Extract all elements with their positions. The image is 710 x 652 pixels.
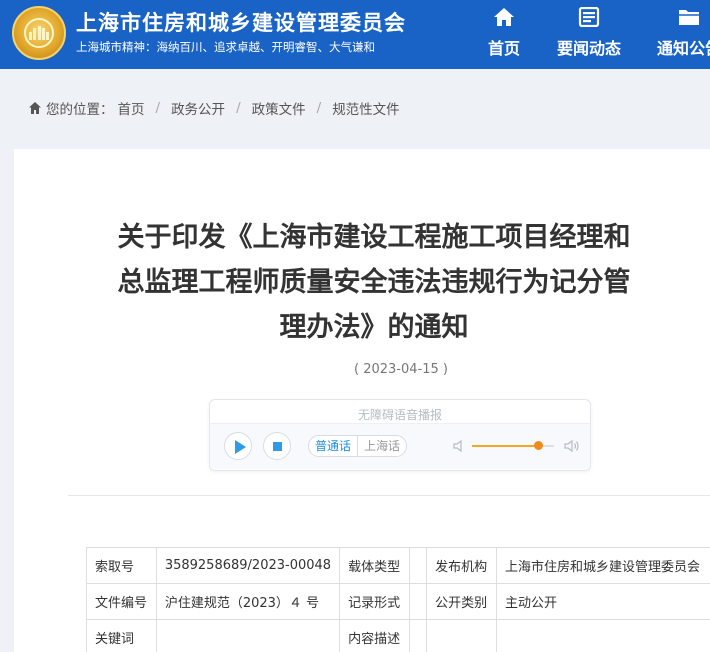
table-value-cell [408, 547, 428, 584]
table-label-cell: 关键词 [86, 619, 157, 652]
divider [68, 495, 710, 496]
language-switch: 普通话 上海话 [308, 435, 408, 457]
table-value-cell: 主动公开 [495, 583, 710, 620]
table-value-cell: 3589258689/2023-00048 [155, 547, 341, 584]
table-row: 关键词 内容描述 [86, 619, 710, 652]
table-value-cell: 沪住建规范（2023）４ 号 [155, 583, 341, 620]
breadcrumb-separator: / [236, 100, 241, 116]
breadcrumb-link-normative-docs[interactable]: 规范性文件 [332, 98, 400, 118]
content-card: 关于印发《上海市建设工程施工项目经理和总监理工程师质量安全违法违规行为记分管理办… [14, 149, 710, 652]
table-label-cell: 记录形式 [339, 583, 410, 620]
language-option-mandarin[interactable]: 普通话 [309, 436, 357, 456]
breadcrumb-separator: / [316, 100, 322, 116]
player-controls: 普通话 上海话 [210, 423, 590, 469]
table-label-cell: 公开类别 [426, 583, 497, 620]
nav-label: 要闻动态 [556, 39, 621, 58]
breadcrumb-link-home[interactable]: 首页 [118, 98, 145, 118]
home-icon [29, 102, 41, 114]
table-row: 索取号 3589258689/2023-00048 载体类型 发布机构 上海市住房和城乡… [86, 547, 710, 584]
site-motto: 上海城市精神：海纳百川、追求卓越、开明睿智、大气谦和 [76, 40, 375, 54]
table-value-cell [495, 619, 710, 652]
nav-item-home[interactable]: 首页 [482, 0, 526, 69]
nav-item-notices[interactable]: 通知公告 [654, 0, 710, 69]
volume-slider[interactable] [472, 441, 554, 450]
article-title: 关于印发《上海市建设工程施工项目经理和总监理工程师质量安全违法违规行为记分管理办… [117, 222, 631, 343]
table-value-cell [155, 619, 341, 652]
breadcrumb-link-policy-docs[interactable]: 政策文件 [252, 98, 306, 118]
table-value-cell [408, 619, 428, 652]
volume-high-icon[interactable] [564, 439, 580, 453]
news-icon [578, 7, 600, 27]
emblem-icon[interactable] [12, 6, 66, 60]
breadcrumb-separator: / [155, 100, 161, 116]
volume-slider-fill [472, 445, 538, 447]
player-title: 无障碍语音播报 [357, 408, 442, 422]
table-label-cell: 发布机构 [426, 547, 497, 584]
stop-button[interactable] [263, 432, 291, 460]
breadcrumb: 您的位置： 首页 / 政务公开 / 政策文件 / 规范性文件 [28, 98, 400, 118]
table-label-cell: 载体类型 [339, 547, 410, 584]
site-title[interactable]: 上海市住房和城乡建设管理委员会 [76, 7, 406, 37]
table-label-cell [426, 619, 497, 652]
play-button[interactable] [224, 432, 252, 460]
nav-item-news[interactable]: 要闻动态 [554, 0, 624, 69]
home-icon [494, 8, 514, 26]
table-label-cell: 内容描述 [339, 619, 410, 652]
folder-icon [679, 10, 699, 25]
table-row: 文件编号 沪住建规范（2023）４ 号记录形式 公开类别 主动公开 [86, 583, 710, 620]
document-info-table: 索取号 3589258689/2023-00048 载体类型 发布机构 上海市住房和城乡… [86, 547, 710, 652]
breadcrumb-link-public-affairs[interactable]: 政务公开 [171, 98, 225, 118]
site-header: 上海市住房和城乡建设管理委员会 上海城市精神：海纳百川、追求卓越、开明睿智、大气… [0, 0, 710, 69]
volume-slider-handle[interactable] [533, 441, 543, 450]
nav-label: 首页 [487, 39, 520, 58]
table-value-cell: 上海市住房和城乡建设管理委员会 [495, 547, 710, 584]
breadcrumb-prefix: 您的位置： [46, 102, 114, 118]
language-option-shanghainese[interactable]: 上海话 [357, 436, 406, 456]
table-label-cell: 索取号 [86, 547, 157, 584]
table-value-cell [408, 583, 428, 620]
article-date: ( 2023-04-15 ) [354, 362, 448, 377]
volume-low-icon[interactable] [453, 439, 467, 453]
audio-player: 无障碍语音播报 普通话 上海话 [209, 399, 591, 471]
table-label-cell: 文件编号 [86, 583, 157, 620]
nav-label: 通知公告 [656, 39, 710, 58]
